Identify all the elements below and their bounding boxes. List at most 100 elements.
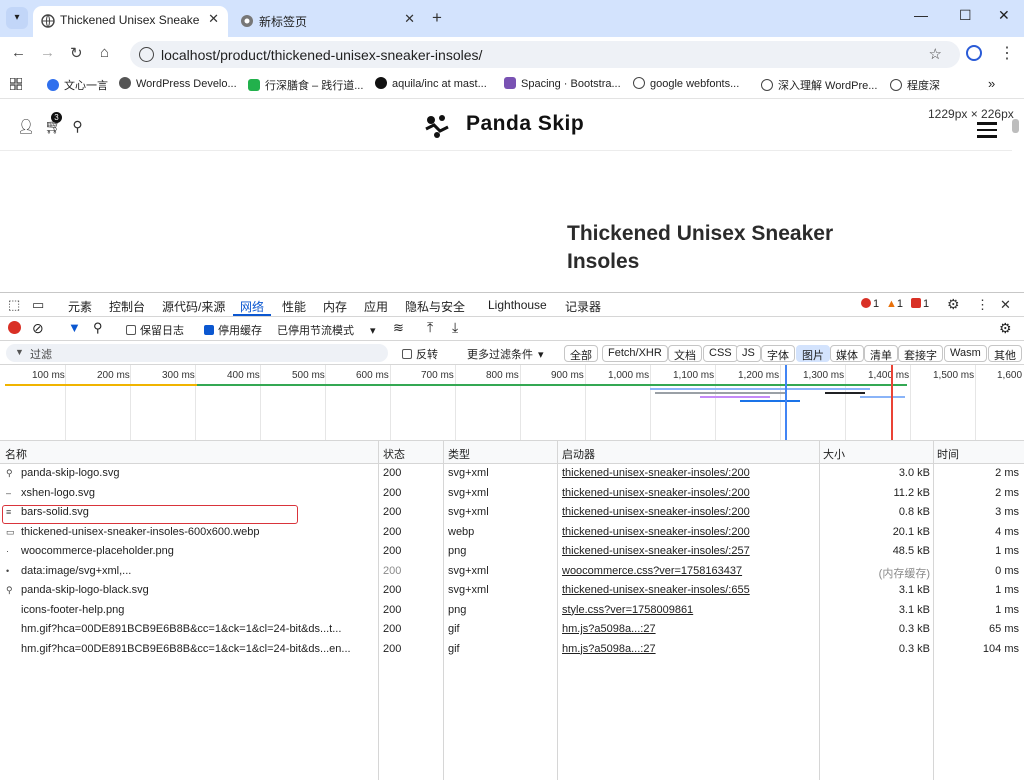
filter-type-wasm[interactable]: Wasm bbox=[944, 345, 987, 362]
device-toolbar-icon[interactable]: ▭ bbox=[32, 297, 44, 313]
request-name[interactable]: icons-footer-help.png bbox=[21, 604, 376, 616]
table-row[interactable]: · woocommerce-placeholder.png 200 png th… bbox=[0, 542, 1024, 562]
network-overview-timeline[interactable]: 100 ms 200 ms 300 ms 400 ms 500 ms 600 m… bbox=[0, 365, 1024, 441]
minimize-button[interactable]: — bbox=[914, 7, 928, 23]
filter-type-all[interactable]: 全部 bbox=[564, 345, 598, 362]
bookmark-item[interactable]: 文心一言 bbox=[47, 77, 108, 93]
request-initiator-link[interactable]: thickened-unisex-sneaker-insoles/:200 bbox=[562, 526, 817, 538]
request-name[interactable]: xshen-logo.svg bbox=[21, 487, 376, 499]
page-scrollbar[interactable] bbox=[1012, 119, 1019, 133]
more-bookmarks-icon[interactable]: » bbox=[988, 76, 995, 91]
filter-type-media[interactable]: 媒体 bbox=[830, 345, 864, 362]
reload-button[interactable]: ↻ bbox=[70, 44, 83, 62]
request-initiator-link[interactable]: thickened-unisex-sneaker-insoles/:200 bbox=[562, 487, 817, 499]
site-info-icon[interactable] bbox=[139, 47, 154, 62]
tab-inactive[interactable]: 新标签页 ✕ bbox=[232, 6, 424, 37]
request-name[interactable]: woocommerce-placeholder.png bbox=[21, 545, 376, 557]
filter-type-js[interactable]: JS bbox=[736, 345, 761, 362]
profile-icon[interactable] bbox=[966, 45, 982, 61]
url-text[interactable]: localhost/product/thickened-unisex-sneak… bbox=[161, 47, 482, 63]
network-conditions-icon[interactable]: ≋ bbox=[393, 320, 404, 336]
bookmark-item[interactable]: google webfonts... bbox=[633, 77, 739, 90]
menu-dots-icon[interactable]: ⋮ bbox=[999, 43, 1015, 63]
request-initiator-link[interactable]: thickened-unisex-sneaker-insoles/:200 bbox=[562, 506, 817, 518]
request-initiator-link[interactable]: hm.js?a5098a...:27 bbox=[562, 623, 817, 635]
table-row[interactable]: ⚲ panda-skip-logo-black.svg 200 svg+xml … bbox=[0, 581, 1024, 601]
filter-type-manifest[interactable]: 清单 bbox=[864, 345, 898, 362]
invert-checkbox[interactable]: 反转 bbox=[402, 346, 438, 362]
filter-type-css[interactable]: CSS bbox=[703, 345, 738, 362]
bookmark-star-icon[interactable]: ☆ bbox=[929, 45, 942, 63]
table-row[interactable]: ⚲ panda-skip-logo.svg 200 svg+xml thicke… bbox=[0, 464, 1024, 484]
request-initiator-link[interactable]: thickened-unisex-sneaker-insoles/:257 bbox=[562, 545, 817, 557]
bookmark-item[interactable]: Spacing · Bootstra... bbox=[504, 77, 621, 90]
filter-input[interactable]: ▼ 过滤 bbox=[6, 344, 388, 362]
tab-memory[interactable]: 内存 bbox=[323, 298, 347, 315]
table-row[interactable]: hm.gif?hca=00DE891BCB9E6B8B&cc=1&ck=1&cl… bbox=[0, 640, 1024, 660]
tab-search-button[interactable]: ▾ bbox=[6, 7, 28, 29]
table-row[interactable]: icons-footer-help.png 200 png style.css?… bbox=[0, 601, 1024, 621]
search-icon[interactable]: ⚲ bbox=[93, 320, 103, 336]
filter-type-font[interactable]: 字体 bbox=[761, 345, 795, 362]
close-icon[interactable]: ✕ bbox=[208, 11, 219, 27]
request-initiator-link[interactable]: thickened-unisex-sneaker-insoles/:200 bbox=[562, 467, 817, 479]
request-initiator-link[interactable]: hm.js?a5098a...:27 bbox=[562, 643, 817, 655]
tab-application[interactable]: 应用 bbox=[364, 298, 388, 315]
bookmark-item[interactable]: 程度深 bbox=[890, 77, 940, 93]
record-stop-icon[interactable] bbox=[8, 321, 21, 334]
close-icon[interactable]: ✕ bbox=[404, 11, 415, 27]
disable-cache-checkbox[interactable]: 停用缓存 bbox=[204, 322, 262, 338]
tab-elements[interactable]: 元素 bbox=[68, 298, 92, 315]
tab-network[interactable]: 网络 bbox=[240, 298, 264, 315]
column-type[interactable]: 类型 bbox=[448, 446, 470, 462]
request-name[interactable]: hm.gif?hca=00DE891BCB9E6B8B&cc=1&ck=1&cl… bbox=[21, 623, 376, 635]
export-har-icon[interactable]: ⤓ bbox=[452, 319, 458, 336]
column-name[interactable]: 名称 bbox=[5, 446, 27, 462]
back-button[interactable]: ← bbox=[11, 44, 26, 61]
throttling-select[interactable]: 已停用节流模式 ▾ bbox=[277, 322, 376, 338]
request-initiator-link[interactable]: style.css?ver=1758009861 bbox=[562, 604, 817, 616]
import-har-icon[interactable]: ⤒ bbox=[427, 319, 433, 336]
tab-sources[interactable]: 源代码/来源 bbox=[162, 298, 225, 315]
column-initiator[interactable]: 启动器 bbox=[562, 446, 595, 462]
request-name[interactable]: data:image/svg+xml,... bbox=[21, 565, 376, 577]
tab-active[interactable]: Thickened Unisex Sneaker Insoles – Panda… bbox=[33, 6, 228, 37]
filter-type-img[interactable]: 图片 bbox=[796, 345, 830, 362]
forward-button[interactable]: → bbox=[40, 44, 55, 61]
tab-performance[interactable]: 性能 bbox=[282, 298, 306, 315]
maximize-button[interactable]: ☐ bbox=[959, 7, 972, 24]
request-name[interactable]: hm.gif?hca=00DE891BCB9E6B8B&cc=1&ck=1&cl… bbox=[21, 643, 376, 655]
filter-type-other[interactable]: 其他 bbox=[988, 345, 1022, 362]
home-button[interactable]: ⌂ bbox=[100, 44, 109, 61]
address-bar[interactable]: localhost/product/thickened-unisex-sneak… bbox=[130, 41, 960, 68]
clear-icon[interactable]: ⊘ bbox=[32, 320, 44, 337]
window-close-button[interactable]: ✕ bbox=[998, 7, 1010, 24]
more-options-icon[interactable]: ⋮ bbox=[976, 297, 989, 313]
column-size[interactable]: 大小 bbox=[823, 446, 845, 462]
apps-grid-icon[interactable] bbox=[10, 78, 22, 90]
search-icon[interactable]: ⚲ bbox=[72, 118, 82, 134]
bookmark-item[interactable]: 深入理解 WordPre... bbox=[761, 77, 877, 93]
panda-logo-icon[interactable] bbox=[422, 111, 452, 139]
preserve-log-checkbox[interactable]: 保留日志 bbox=[126, 322, 184, 338]
warning-count[interactable]: ▲1 bbox=[886, 298, 903, 310]
column-status[interactable]: 状态 bbox=[383, 446, 405, 462]
network-settings-gear-icon[interactable]: ⚙ bbox=[999, 320, 1012, 337]
hamburger-menu-icon[interactable] bbox=[977, 122, 997, 142]
table-row[interactable]: – xshen-logo.svg 200 svg+xml thickened-u… bbox=[0, 484, 1024, 504]
request-name[interactable]: panda-skip-logo-black.svg bbox=[21, 584, 376, 596]
table-row[interactable]: • data:image/svg+xml,... 200 svg+xml woo… bbox=[0, 562, 1024, 582]
bookmark-item[interactable]: aquila/inc at mast... bbox=[375, 77, 487, 90]
tab-lighthouse[interactable]: Lighthouse bbox=[488, 298, 547, 312]
user-icon[interactable]: 👤︎ bbox=[17, 118, 35, 134]
tab-console[interactable]: 控制台 bbox=[109, 298, 145, 315]
table-row[interactable]: ▭ thickened-unisex-sneaker-insoles-600x6… bbox=[0, 523, 1024, 543]
tab-recorder[interactable]: 记录器 bbox=[565, 298, 601, 315]
request-name[interactable]: thickened-unisex-sneaker-insoles-600x600… bbox=[21, 526, 376, 538]
request-initiator-link[interactable]: thickened-unisex-sneaker-insoles/:655 bbox=[562, 584, 817, 596]
issue-count[interactable]: 1 bbox=[911, 298, 929, 310]
request-initiator-link[interactable]: woocommerce.css?ver=1758163437 bbox=[562, 565, 817, 577]
bookmark-item[interactable]: WordPress Develo... bbox=[119, 77, 237, 90]
new-tab-button[interactable]: + bbox=[432, 8, 442, 28]
site-logo-text[interactable]: Panda Skip bbox=[466, 112, 584, 136]
